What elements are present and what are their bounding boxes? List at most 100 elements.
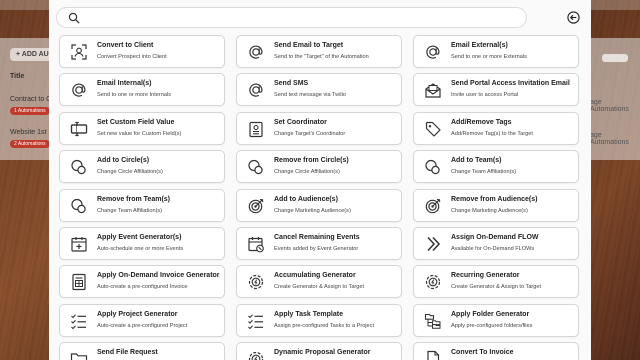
at-sign-icon bbox=[246, 42, 266, 62]
action-subtitle: Set new value for Custom Field(s) bbox=[97, 130, 182, 137]
action-card-add-to-team-s[interactable]: Add to Team(s) Change Team Affiliation(s) bbox=[413, 150, 579, 184]
action-subtitle: Apply pre-configured folders/files bbox=[451, 322, 533, 329]
target-icon bbox=[423, 196, 443, 216]
action-card-send-email-to-target[interactable]: Send Email to Target Send to the "Target"… bbox=[236, 35, 402, 68]
action-card-send-portal-access-invitation-email[interactable]: Send Portal Access Invitation Email Invit… bbox=[413, 73, 579, 107]
background-row-1: Contract to C bbox=[10, 96, 52, 103]
action-subtitle: Send to one or more Externals bbox=[451, 54, 527, 60]
action-card-remove-from-audience-s[interactable]: Remove from Audience(s) Change Marketing … bbox=[413, 188, 579, 222]
circles-icon bbox=[423, 157, 443, 177]
action-title: Recurring Generator bbox=[451, 272, 520, 280]
action-title: Dynamic Proposal Generator bbox=[274, 349, 371, 357]
action-subtitle: Change Marketing Audience(s) bbox=[451, 207, 528, 214]
action-card-add-remove-tags[interactable]: Add/Remove Tags Add/Remove Tag(s) to the … bbox=[413, 111, 579, 145]
action-card-send-file-request[interactable]: Send File Request bbox=[59, 342, 225, 360]
action-title: Send File Request bbox=[97, 349, 158, 357]
action-subtitle: Send text message via Twilio bbox=[274, 92, 347, 99]
action-subtitle: Change Team Affiliation(s) bbox=[97, 207, 163, 214]
at-sign-icon bbox=[246, 80, 266, 100]
target-icon bbox=[246, 196, 266, 216]
action-title: Set Custom Field Value bbox=[97, 118, 175, 126]
action-subtitle: Auto-create a pre-configured Invoice bbox=[97, 284, 188, 291]
action-title: Remove from Team(s) bbox=[97, 195, 171, 203]
id-badge-icon bbox=[246, 119, 266, 139]
action-title: Apply Event Generator(s) bbox=[97, 234, 182, 241]
action-title: Set Coordinator bbox=[274, 118, 327, 126]
background-right-label-1: age Automations bbox=[590, 99, 629, 113]
action-title: Send SMS bbox=[274, 80, 309, 88]
circles-icon bbox=[69, 157, 89, 177]
background-title-header: Title bbox=[10, 73, 25, 80]
action-card-apply-folder-generator[interactable]: Apply Folder Generator Apply pre-configur… bbox=[413, 303, 579, 337]
action-card-apply-event-generator-s[interactable]: Apply Event Generator(s) Auto-schedule on… bbox=[59, 227, 225, 260]
action-card-dynamic-proposal-generator[interactable]: Dynamic Proposal Generator bbox=[236, 342, 402, 360]
search-input[interactable] bbox=[85, 10, 515, 26]
at-sign-icon bbox=[423, 42, 443, 62]
action-card-email-internal-s[interactable]: Email Internal(s) Send to one or more Int… bbox=[59, 73, 225, 107]
background-right-box bbox=[602, 54, 628, 62]
action-title: Add to Team(s) bbox=[451, 157, 502, 165]
action-card-remove-from-team-s[interactable]: Remove from Team(s) Change Team Affiliati… bbox=[59, 188, 225, 222]
action-subtitle: Events added by Event Generator bbox=[274, 246, 359, 252]
action-card-send-sms[interactable]: Send SMS Send text message via Twilio bbox=[236, 73, 402, 107]
action-card-convert-to-client[interactable]: Convert to Client Convert Prospect into C… bbox=[59, 35, 225, 68]
action-subtitle: Change Circle Affiliation(s) bbox=[97, 169, 163, 176]
search-bar[interactable] bbox=[56, 7, 527, 28]
action-title: Convert To Invoice bbox=[451, 349, 514, 357]
action-title: Email Internal(s) bbox=[97, 80, 152, 88]
calendar-plus-icon bbox=[69, 234, 89, 254]
action-title: Remove from Audience(s) bbox=[451, 195, 538, 203]
action-card-add-to-circle-s[interactable]: Add to Circle(s) Change Circle Affiliatio… bbox=[59, 150, 225, 184]
action-title: Send Portal Access Invitation Email bbox=[451, 80, 570, 88]
circles-icon bbox=[69, 196, 89, 216]
action-title: Apply Task Template bbox=[274, 310, 343, 318]
action-card-accumulating-generator[interactable]: Accumulating Generator Create Generator &… bbox=[236, 265, 402, 299]
action-subtitle: Invite user to access Portal bbox=[451, 92, 519, 99]
action-title: Send Email to Target bbox=[274, 42, 344, 49]
circles-icon bbox=[246, 157, 266, 177]
tag-icon bbox=[423, 119, 443, 139]
action-title: Remove from Circle(s) bbox=[274, 157, 349, 165]
action-card-remove-from-circle-s[interactable]: Remove from Circle(s) Change Circle Affil… bbox=[236, 150, 402, 184]
action-card-apply-project-generator[interactable]: Apply Project Generator Auto-create a pre… bbox=[59, 303, 225, 337]
action-title: Accumulating Generator bbox=[274, 272, 356, 280]
action-title: Add/Remove Tags bbox=[451, 118, 512, 126]
action-card-assign-on-demand-flow[interactable]: Assign On-Demand FLOW Available for On-De… bbox=[413, 227, 579, 260]
search-icon bbox=[68, 12, 80, 24]
calendar-cancel-icon bbox=[246, 234, 266, 254]
folder-icon bbox=[69, 349, 89, 360]
action-card-set-coordinator[interactable]: Set Coordinator Change Target's Coordinat… bbox=[236, 111, 402, 145]
action-card-cancel-remaining-events[interactable]: Cancel Remaining Events Events added by E… bbox=[236, 227, 402, 260]
invoice-icon bbox=[69, 272, 89, 292]
envelope-open-icon bbox=[423, 80, 443, 100]
gear-badge-icon bbox=[423, 272, 443, 292]
double-chevron-icon bbox=[423, 234, 443, 254]
action-card-email-external-s[interactable]: Email External(s) Send to one or more Ext… bbox=[413, 35, 579, 68]
action-subtitle: Auto-create a pre-configured Project bbox=[97, 322, 188, 329]
action-card-set-custom-field-value[interactable]: Set Custom Field Value Set new value for … bbox=[59, 111, 225, 145]
at-sign-icon bbox=[69, 80, 89, 100]
action-subtitle: Create Generator & Assign to Target bbox=[451, 284, 542, 291]
action-subtitle: Assign pre-configured Tasks to a Project bbox=[274, 322, 375, 329]
background-right-label-2: age Automations bbox=[590, 132, 629, 146]
action-subtitle: Add/Remove Tag(s) to the Target bbox=[451, 130, 533, 137]
folder-tree-icon bbox=[423, 311, 443, 331]
action-title: Add to Circle(s) bbox=[97, 157, 150, 165]
action-subtitle: Change Marketing Audience(s) bbox=[274, 207, 351, 214]
action-title: Apply Folder Generator bbox=[451, 310, 530, 318]
action-card-convert-to-invoice[interactable]: Convert To Invoice bbox=[413, 342, 579, 360]
action-card-apply-on-demand-invoice-generator[interactable]: Apply On-Demand Invoice Generator Auto-cr… bbox=[59, 265, 225, 299]
action-card-apply-task-template[interactable]: Apply Task Template Assign pre-configured… bbox=[236, 303, 402, 337]
action-subtitle: Change Target's Coordinator bbox=[274, 130, 346, 137]
action-subtitle: Convert Prospect into Client bbox=[97, 54, 167, 60]
text-cursor-icon bbox=[69, 119, 89, 139]
action-card-recurring-generator[interactable]: Recurring Generator Create Generator & As… bbox=[413, 265, 579, 299]
action-card-add-to-audience-s[interactable]: Add to Audience(s) Change Marketing Audie… bbox=[236, 188, 402, 222]
action-title: Convert to Client bbox=[97, 42, 154, 49]
action-subtitle: Available for On-Demand FLOWs bbox=[451, 246, 535, 252]
background-row-1-badge: 1 Automations bbox=[10, 107, 50, 115]
action-picker-modal: Convert to Client Convert Prospect into C… bbox=[49, 0, 591, 360]
action-title: Add to Audience(s) bbox=[274, 195, 338, 203]
checklist-icon bbox=[69, 311, 89, 331]
back-arrow-icon[interactable] bbox=[567, 11, 580, 24]
